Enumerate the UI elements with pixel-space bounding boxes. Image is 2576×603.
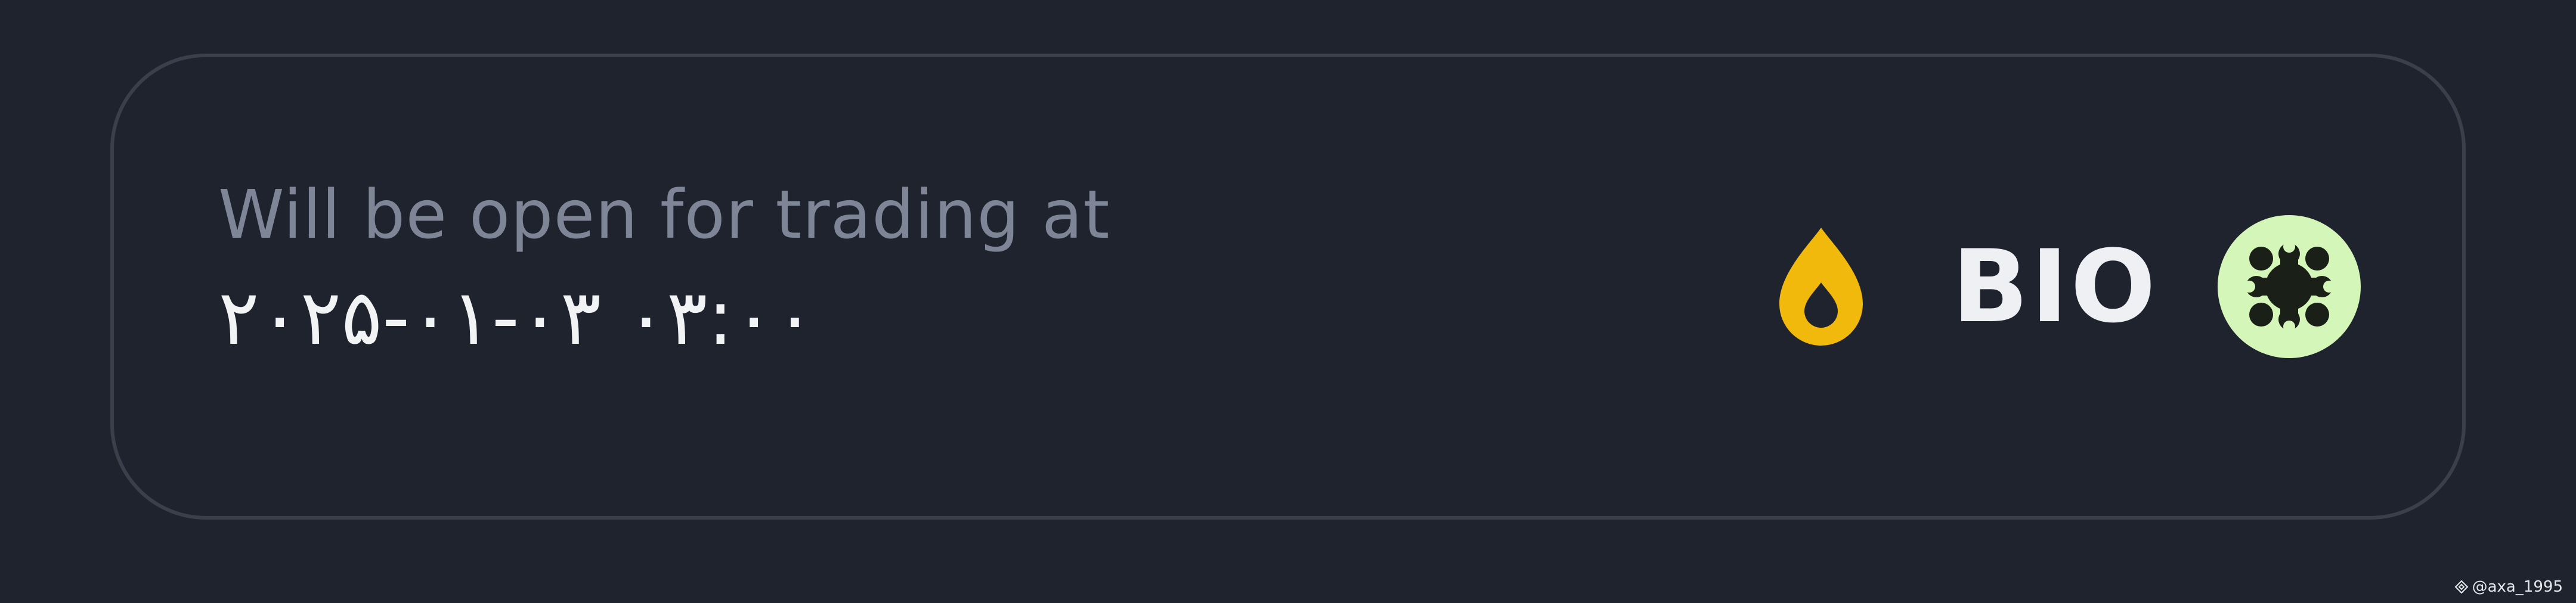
listing-datetime: ۲۰۲۵-۰۱-۰۳ ۰۳:۰۰: [218, 273, 816, 362]
binance-icon: [2454, 580, 2468, 594]
token-info: BIO: [1773, 212, 2361, 361]
bio-logo-icon: [2218, 215, 2361, 358]
bio-logo-glyph: [2244, 242, 2334, 331]
listing-subtitle: Will be open for trading at: [218, 176, 1110, 254]
token-symbol: BIO: [1952, 228, 2158, 345]
drop-icon: [1779, 228, 1863, 346]
page: Will be open for trading at ۲۰۲۵-۰۱-۰۳ ۰…: [0, 0, 2576, 603]
listing-card: Will be open for trading at ۲۰۲۵-۰۱-۰۳ ۰…: [110, 54, 2466, 520]
watermark-text: @axa_1995: [2472, 578, 2563, 596]
watermark: @axa_1995: [2454, 578, 2563, 596]
listing-info: Will be open for trading at ۲۰۲۵-۰۱-۰۳ ۰…: [218, 176, 1110, 360]
